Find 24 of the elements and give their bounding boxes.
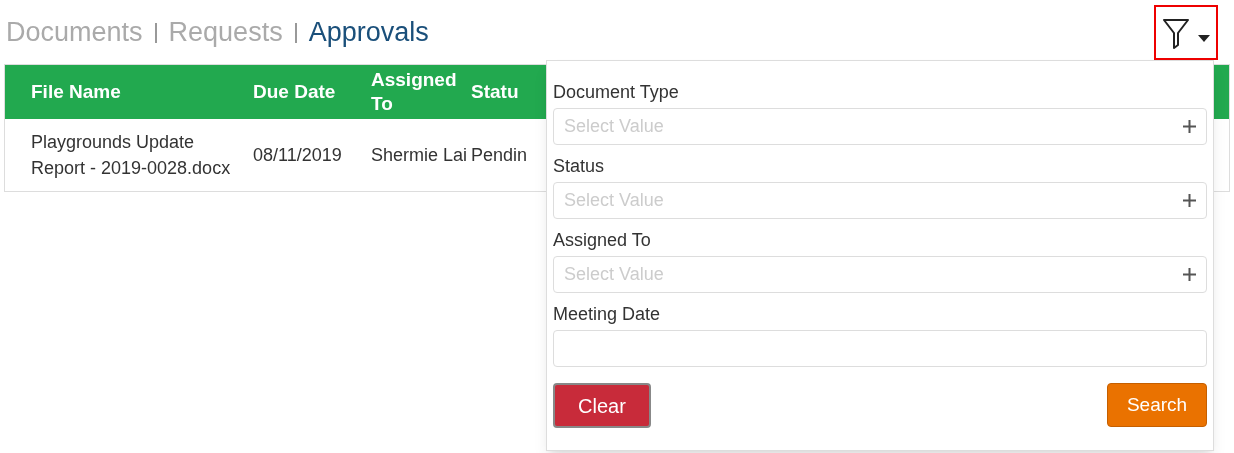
- filter-icon: [1162, 16, 1190, 49]
- table-cell-text: Shermie Lai: [371, 144, 469, 167]
- plus-icon: [1183, 268, 1196, 281]
- clear-button[interactable]: Clear: [553, 383, 651, 428]
- column-header: File Name: [31, 80, 122, 104]
- plus-icon: [1183, 120, 1196, 133]
- date-field[interactable]: [553, 330, 1207, 367]
- plus-icon: [1183, 194, 1196, 207]
- breadcrumb-tab[interactable]: Approvals: [308, 12, 429, 53]
- field-label: Meeting Date: [553, 303, 662, 326]
- table-cell-text: Playgrounds Update Report - 2019-0028.docx: [31, 131, 232, 180]
- search-button[interactable]: Search: [1107, 383, 1207, 427]
- column-header: Due Date: [253, 80, 337, 104]
- breadcrumb-tab[interactable]: Requests: [168, 12, 283, 53]
- breadcrumb-tab[interactable]: Documents: [6, 12, 143, 53]
- table-cell-text: 08/11/2019: [253, 144, 343, 167]
- field-label: Status: [553, 155, 606, 178]
- filter-button[interactable]: [1154, 5, 1218, 60]
- column-header: Assigned To: [371, 68, 458, 116]
- field-label: Assigned To: [553, 229, 652, 252]
- field-label: Document Type: [553, 81, 680, 104]
- table-cell-text: Pendin: [471, 144, 529, 167]
- caret-icon: [1198, 35, 1210, 42]
- column-header: Statu: [471, 80, 520, 104]
